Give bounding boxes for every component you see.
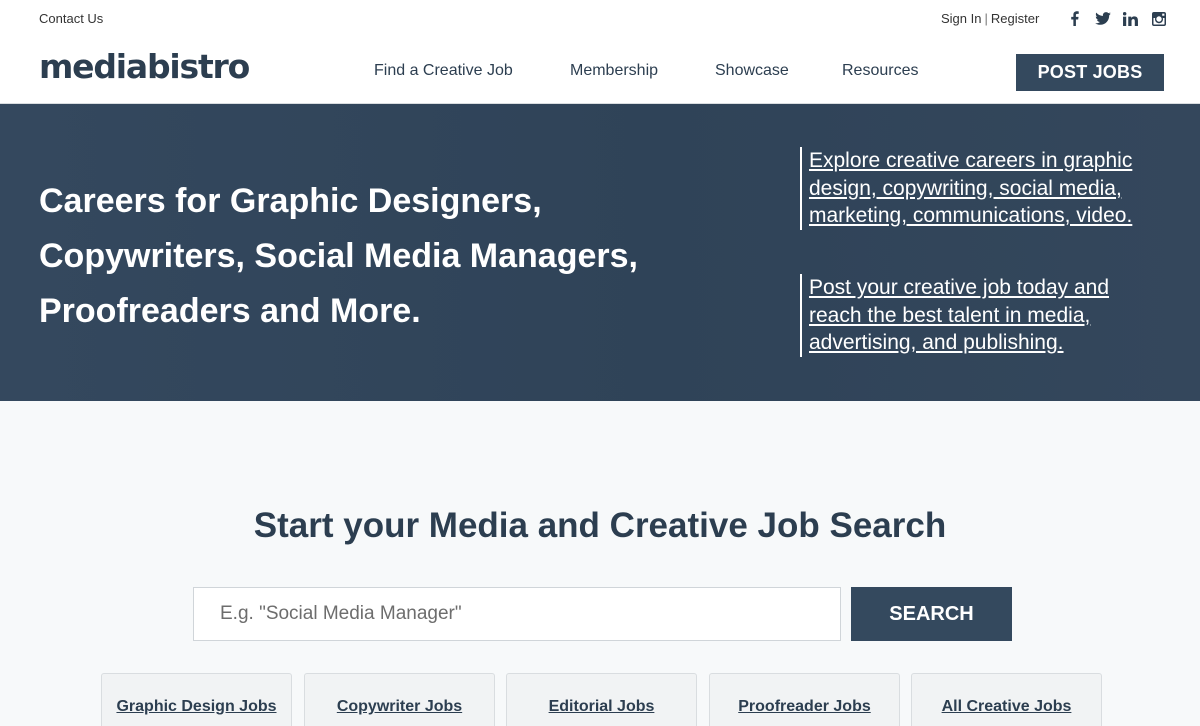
category-card-graphic-design: Graphic Design Jobs <box>101 673 292 726</box>
main-header: mediabistro Find a Creative Job Membersh… <box>0 38 1200 104</box>
category-card-editorial: Editorial Jobs <box>506 673 697 726</box>
category-card-copywriter: Copywriter Jobs <box>304 673 495 726</box>
explore-careers-link[interactable]: Explore creative careers in graphic desi… <box>809 147 1149 230</box>
top-utility-bar: Contact Us Sign In | Register <box>0 0 1200 38</box>
contact-us-link[interactable]: Contact Us <box>39 11 103 26</box>
mediabistro-logo[interactable]: mediabistro <box>39 50 250 83</box>
social-links <box>1066 10 1167 27</box>
all-creative-jobs-link[interactable]: All Creative Jobs <box>912 698 1101 716</box>
post-job-link[interactable]: Post your creative job today and reach t… <box>809 274 1149 357</box>
hero-link-block-explore: Explore creative careers in graphic desi… <box>800 147 1149 230</box>
graphic-design-jobs-link[interactable]: Graphic Design Jobs <box>102 698 291 716</box>
register-link[interactable]: Register <box>991 11 1039 26</box>
hero-link-block-post: Post your creative job today and reach t… <box>800 274 1149 357</box>
category-card-all-creative: All Creative Jobs <box>911 673 1102 726</box>
nav-find-creative-job[interactable]: Find a Creative Job <box>374 62 513 80</box>
nav-showcase[interactable]: Showcase <box>715 62 789 80</box>
search-section-title: Start your Media and Creative Job Search <box>253 506 947 545</box>
hero-banner: Careers for Graphic Designers, Copywrite… <box>0 104 1200 401</box>
sign-in-link[interactable]: Sign In <box>941 11 981 26</box>
proofreader-jobs-link[interactable]: Proofreader Jobs <box>710 698 899 716</box>
twitter-icon[interactable] <box>1094 10 1111 27</box>
linkedin-icon[interactable] <box>1122 10 1139 27</box>
auth-separator: | <box>984 11 988 26</box>
auth-links: Sign In | Register <box>941 11 1039 26</box>
category-card-proofreader: Proofreader Jobs <box>709 673 900 726</box>
facebook-icon[interactable] <box>1066 10 1083 27</box>
nav-resources[interactable]: Resources <box>842 62 918 80</box>
post-jobs-button[interactable]: POST JOBS <box>1016 54 1164 91</box>
copywriter-jobs-link[interactable]: Copywriter Jobs <box>305 698 494 716</box>
search-button[interactable]: SEARCH <box>851 587 1012 641</box>
instagram-icon[interactable] <box>1150 10 1167 27</box>
job-search-input[interactable] <box>193 587 841 641</box>
editorial-jobs-link[interactable]: Editorial Jobs <box>507 698 696 716</box>
nav-membership[interactable]: Membership <box>570 62 658 80</box>
hero-title: Careers for Graphic Designers, Copywrite… <box>39 182 638 330</box>
